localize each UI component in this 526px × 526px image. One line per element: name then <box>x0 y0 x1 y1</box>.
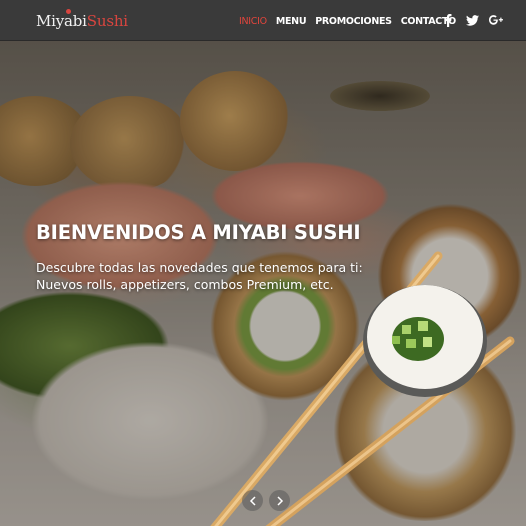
main-menu: INICIO MENU PROMOCIONES CONTACTO <box>239 16 456 27</box>
logo-text-miyabi: Miyabi <box>36 12 87 30</box>
facebook-icon[interactable] <box>441 13 455 27</box>
previous-arrow-icon[interactable] <box>242 490 263 511</box>
nav-item-promociones[interactable]: PROMOCIONES <box>315 16 392 27</box>
twitter-icon[interactable] <box>465 13 479 27</box>
nav-item-inicio[interactable]: INICIO <box>239 16 267 27</box>
google-plus-icon[interactable] <box>489 13 503 27</box>
hero-banner: BIENVENIDOS A MIYABI SUSHI Descubre toda… <box>0 41 526 526</box>
social-links <box>441 13 503 27</box>
navbar: MiyabiSushi INICIO MENU PROMOCIONES CONT… <box>0 0 526 41</box>
site-logo[interactable]: MiyabiSushi <box>36 9 128 32</box>
nav-item-menu[interactable]: MENU <box>276 16 307 27</box>
next-arrow-icon[interactable] <box>269 490 290 511</box>
hero-title: BIENVENIDOS A MIYABI SUSHI <box>36 221 361 244</box>
carousel-controls <box>242 490 290 511</box>
hero-description: Descubre todas las novedades que tenemos… <box>36 260 363 292</box>
logo-dot-mark <box>66 9 71 14</box>
logo-text-sushi: Sushi <box>86 12 128 30</box>
